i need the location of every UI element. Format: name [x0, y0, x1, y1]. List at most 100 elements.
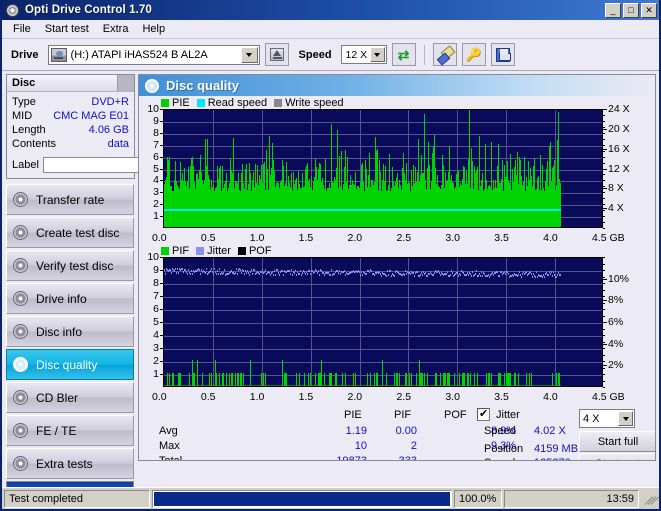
jitter-line-segment [450, 273, 451, 276]
y-axis-tick-label: 4 [153, 174, 159, 187]
drive-select-chevron-down-icon[interactable] [240, 46, 258, 63]
sidebar-item-verify-test-disc[interactable]: Verify test disc [6, 250, 134, 281]
jitter-line-segment [359, 270, 360, 273]
progress-bar-fill [154, 491, 450, 506]
save-button[interactable] [490, 43, 515, 66]
jitter-line-segment [466, 273, 467, 276]
jitter-line-segment [414, 274, 415, 277]
jitter-line-segment [174, 270, 175, 273]
jitter-line-segment [557, 273, 558, 276]
x-axis-tick-label: 0.5 [200, 391, 216, 403]
start-full-button[interactable]: Start full [579, 431, 655, 452]
jitter-line-segment [440, 274, 441, 277]
jitter-line-segment [301, 273, 302, 276]
window-title: Opti Drive Control 1.70 [25, 4, 152, 16]
grid-line-horizontal [164, 133, 602, 135]
sidebar-item-disc-quality[interactable]: Disc quality [6, 349, 134, 380]
x-axis-tick-label: 4.5 GB [592, 232, 625, 244]
maximize-button[interactable]: □ [623, 2, 639, 18]
jitter-line-segment [518, 273, 519, 276]
minimize-button[interactable]: _ [605, 2, 621, 18]
sidebar-item-transfer-rate[interactable]: Transfer rate [6, 184, 134, 215]
start-part-button[interactable]: Start part [579, 453, 655, 460]
y-axis-tick-label: 6 [153, 150, 159, 163]
stats-header-pif: PIF [394, 409, 412, 421]
jitter-line-segment [548, 274, 549, 277]
jitter-line-segment [517, 275, 518, 278]
speed-select-chevron-down-icon[interactable] [369, 47, 385, 62]
legend-item-pie: PIE [161, 97, 190, 109]
sidebar-item-drive-info[interactable]: Drive info [6, 283, 134, 314]
jitter-line-segment [200, 273, 201, 276]
disc-panel-corner [117, 75, 134, 91]
erase-button[interactable] [432, 43, 457, 66]
y2-axis-tick [603, 278, 607, 280]
y2-axis-minor-tick [603, 328, 605, 330]
speed-select[interactable]: 12 X [340, 45, 387, 64]
sidebar-item-create-test-disc[interactable]: Create test disc [6, 217, 134, 248]
jitter-checkbox[interactable] [477, 407, 490, 421]
resize-grip-icon[interactable] [643, 492, 659, 506]
jitter-line-segment [199, 269, 200, 272]
y2-axis-minor-tick [603, 198, 605, 200]
sidebar-item-extra-tests[interactable]: Extra tests [6, 448, 134, 479]
refresh-button[interactable]: ⇄ [391, 43, 416, 66]
drive-info-icon [13, 291, 28, 306]
x-axis-tick-label: 0.0 [152, 232, 167, 244]
y2-axis-minor-tick [603, 289, 605, 291]
jitter-line-segment [254, 269, 255, 272]
jitter-line-segment [544, 276, 545, 279]
menu-start-test[interactable]: Start test [38, 21, 96, 37]
legend-item-pof: POF [237, 245, 272, 257]
page-title: Disc quality [166, 78, 239, 93]
jitter-line-segment [526, 271, 527, 274]
jitter-line-segment [508, 272, 509, 275]
key-button[interactable]: 🔑 [461, 43, 486, 66]
jitter-line-segment [331, 269, 332, 272]
fe-te-icon [13, 423, 28, 438]
jitter-line-segment [192, 272, 193, 275]
jitter-line-segment [244, 273, 245, 276]
jitter-line-segment [252, 273, 253, 276]
eject-button[interactable] [264, 43, 289, 66]
y-axis-tick-label: 2 [153, 355, 159, 367]
jitter-line-segment [262, 269, 263, 272]
key-icon: 🔑 [465, 47, 482, 62]
jitter-line-segment [390, 269, 391, 272]
sidebar-item-fe-te[interactable]: FE / TE [6, 415, 134, 446]
menu-extra[interactable]: Extra [96, 21, 136, 37]
cd-bler-icon [13, 390, 28, 405]
x-axis-tick-label: 3.5 [494, 391, 509, 403]
x-axis-tick-label: 0.0 [152, 391, 167, 403]
disc-contents-label: Contents [12, 138, 57, 150]
window-controls: _ □ ✕ [605, 2, 657, 18]
legend-swatch-pif [161, 246, 169, 255]
jitter-line-segment [261, 271, 262, 274]
x-axis-tick-label: 4.0 [543, 391, 558, 403]
test-speed-chevron-down-icon[interactable] [618, 411, 633, 426]
stats-speed-label: Speed [484, 425, 516, 437]
jitter-line-segment [360, 273, 361, 276]
jitter-line-segment [457, 272, 458, 275]
jitter-line-segment [531, 272, 532, 275]
y-axis-tick [160, 120, 163, 122]
pif-plot-area[interactable] [163, 257, 603, 387]
sidebar-item-cd-bler[interactable]: CD Bler [6, 382, 134, 413]
jitter-line-segment [480, 275, 481, 278]
menu-file[interactable]: File [6, 21, 38, 37]
content-header: Disc quality [139, 75, 655, 96]
test-speed-select[interactable]: 4 X [579, 409, 635, 428]
stats-header-jitter: Jitter [496, 409, 520, 421]
menu-help[interactable]: Help [135, 21, 172, 37]
sidebar-item-label: Drive info [36, 291, 87, 306]
y-axis-tick-label: 1 [153, 210, 159, 223]
eject-icon [269, 48, 284, 61]
sidebar-item-label: CD Bler [36, 390, 79, 405]
eraser-icon [437, 47, 453, 62]
sidebar-item-disc-info[interactable]: Disc info [6, 316, 134, 347]
pie-plot-area[interactable] [163, 109, 603, 228]
drive-select[interactable]: (H:) ATAPI iHAS524 B AL2A [47, 44, 260, 65]
x-axis-tick-label: 4.5 GB [592, 391, 625, 403]
sidebar-item-label: FE / TE [36, 423, 77, 438]
close-button[interactable]: ✕ [641, 2, 657, 18]
